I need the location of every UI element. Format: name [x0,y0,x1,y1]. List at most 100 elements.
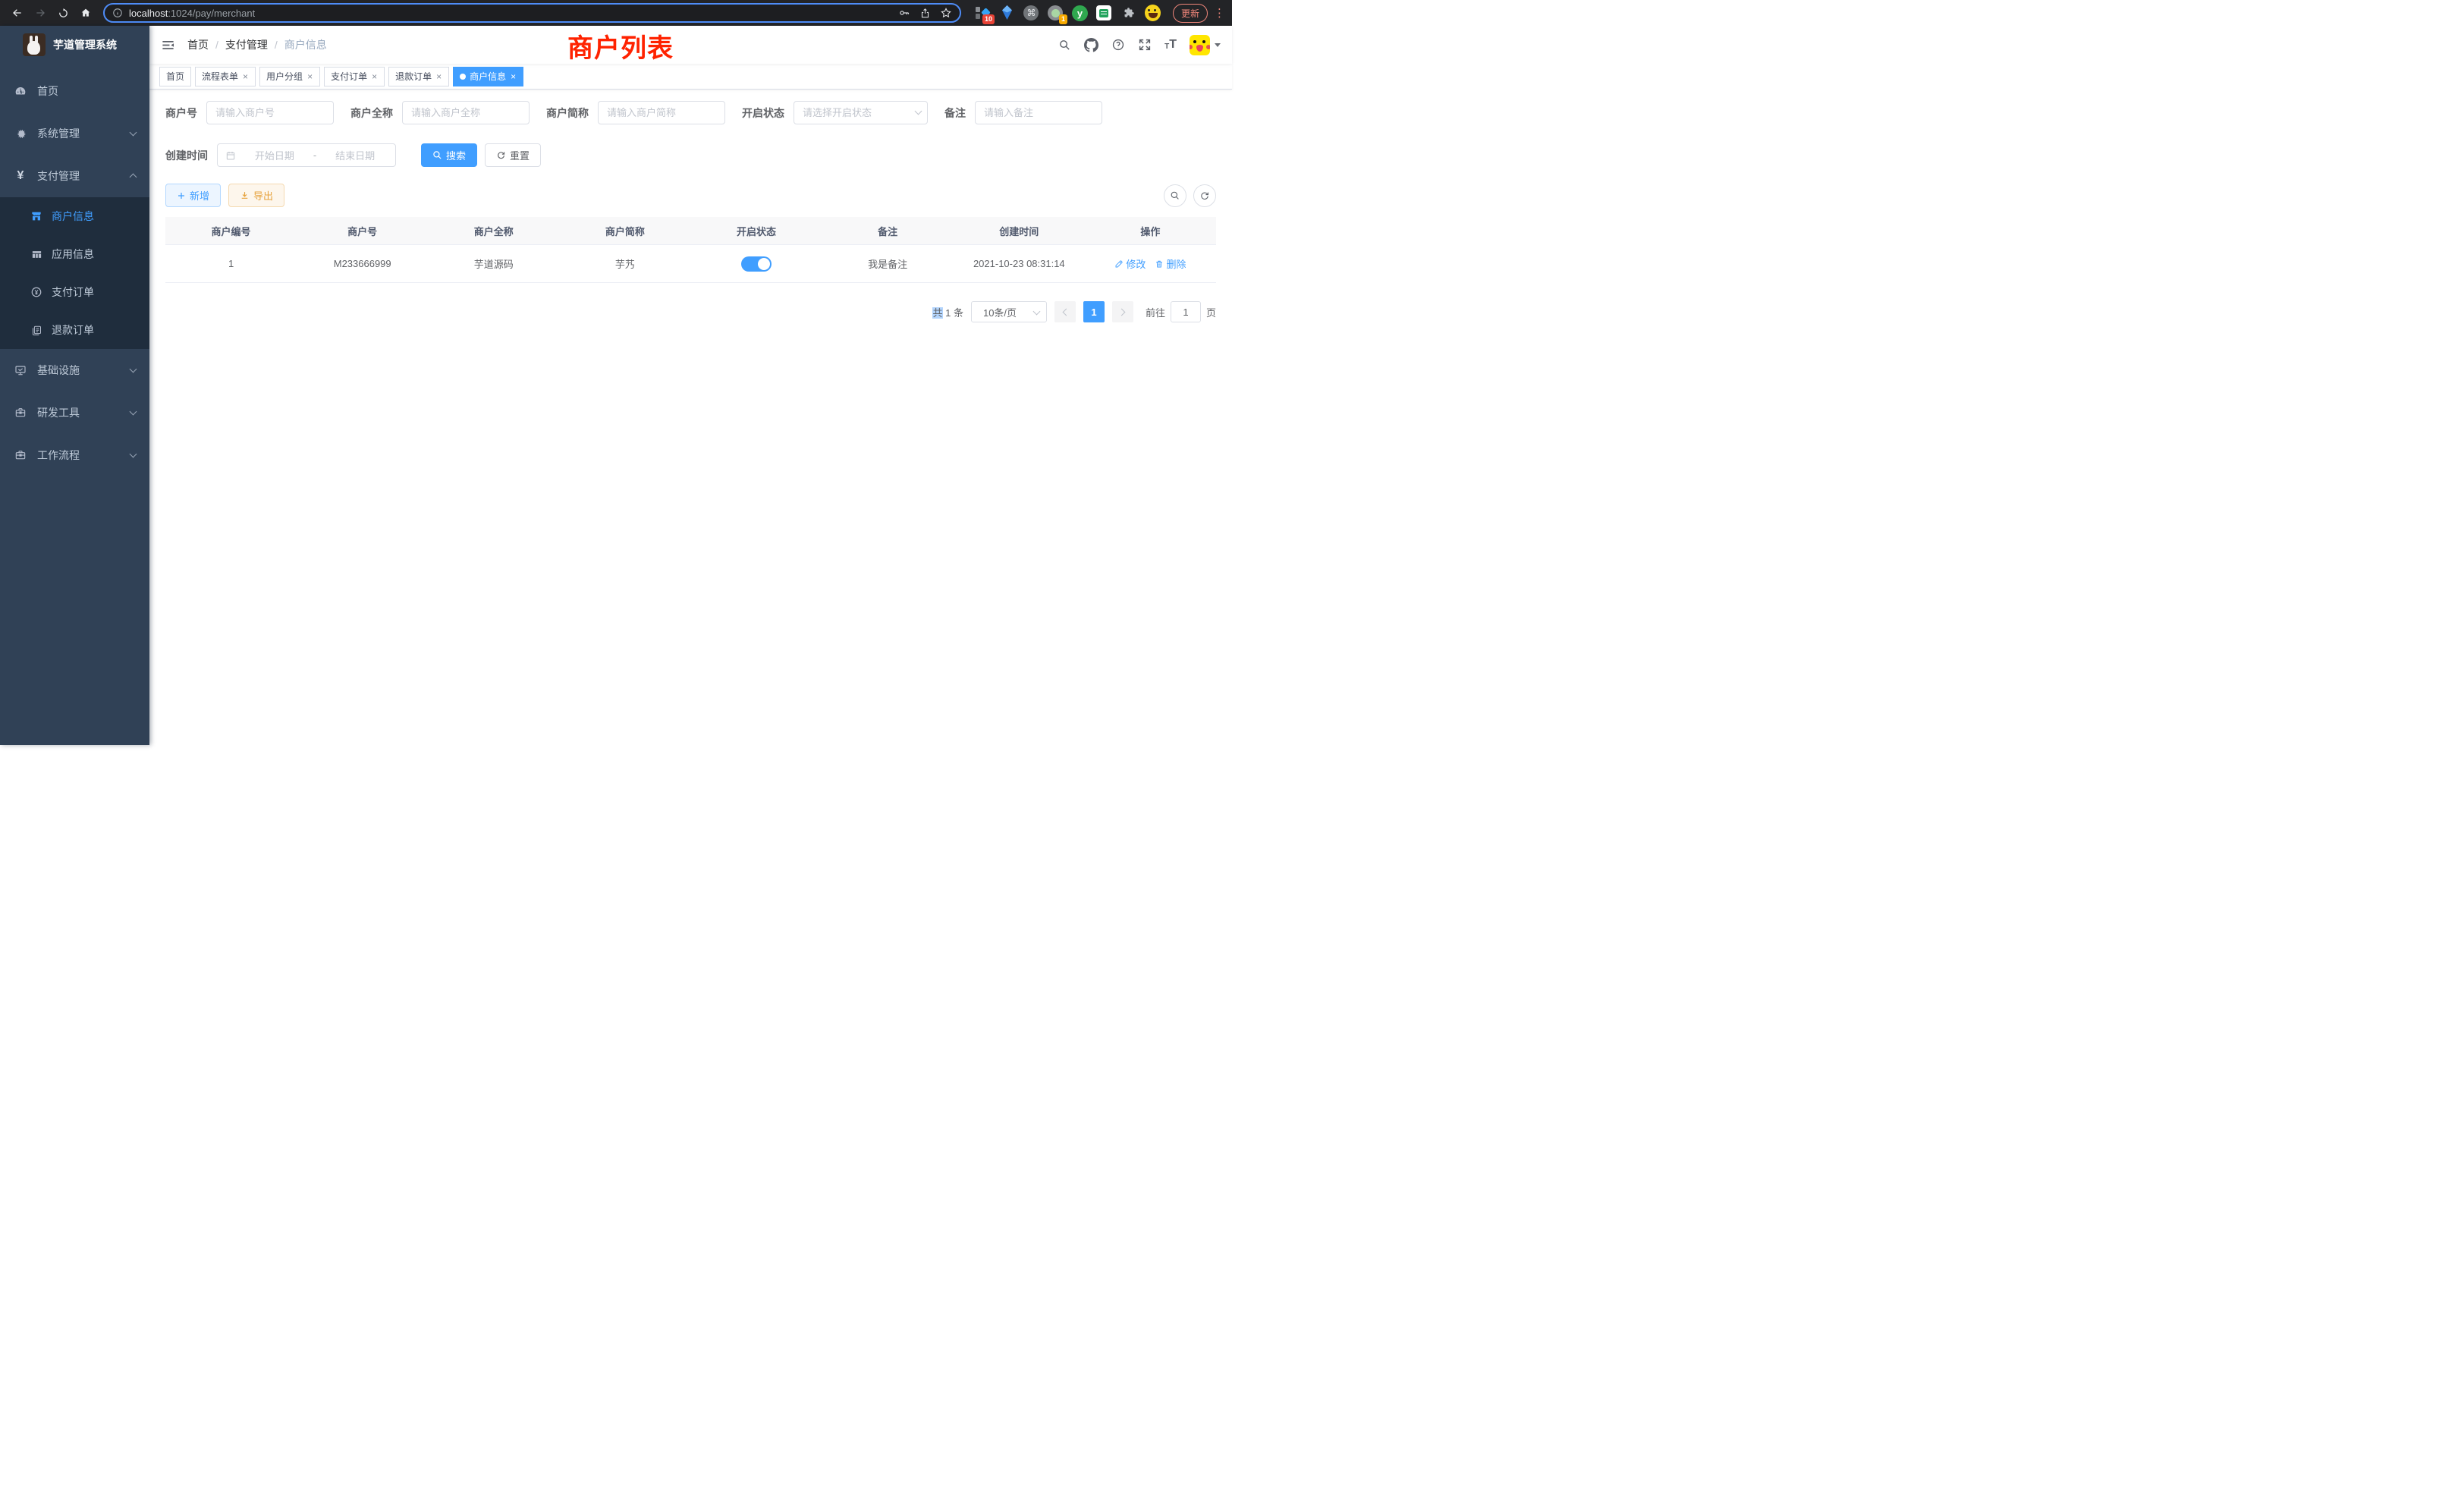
sidebar-item-workflow[interactable]: 工作流程 [0,434,149,476]
merchant-no-input[interactable] [206,101,334,124]
pagination: 共 1 条 10条/页 1 前往 页 [165,301,1216,322]
sidebar-item-label: 支付管理 [37,168,80,184]
github-icon[interactable] [1084,38,1098,52]
tab-user-group[interactable]: 用户分组 × [259,67,320,86]
breadcrumb-pay[interactable]: 支付管理 [225,37,268,52]
column-header: 商户全称 [428,217,559,244]
start-date-placeholder[interactable]: 开始日期 [242,148,307,162]
app-title: 芋道管理系统 [53,37,117,52]
tab-refund-order[interactable]: 退款订单 × [388,67,449,86]
browser-menu-icon[interactable]: ⋮ [1214,8,1224,19]
tab-merchant-info[interactable]: 商户信息 × [453,67,523,86]
edit-link[interactable]: 修改 [1114,256,1146,271]
header-search-icon[interactable] [1058,39,1071,52]
tab-label: 首页 [166,70,184,83]
sidebar-item-label: 商户信息 [52,209,94,224]
gray-extension-icon[interactable]: 1 [1048,5,1064,21]
short-name-input[interactable] [598,101,725,124]
column-header: 商户简称 [559,217,690,244]
browser-update-button[interactable]: 更新 [1173,4,1208,23]
column-header: 商户编号 [165,217,297,244]
share-icon[interactable] [919,8,931,19]
create-time-range-picker[interactable]: 开始日期 - 结束日期 [217,143,396,167]
date-separator: - [313,149,316,161]
refund-doc-icon [30,324,42,336]
sidebar-item-label: 工作流程 [37,448,80,463]
browser-home-button[interactable] [76,3,96,23]
url-text: localhost:1024/pay/merchant [129,8,255,19]
command-extension-icon[interactable]: ⌘ [1023,5,1039,21]
sidebar-item-home[interactable]: 首页 [0,70,149,112]
sidebar-item-refund-order[interactable]: 退款订单 [0,311,149,349]
chevron-up-icon [130,174,137,181]
chevron-down-icon [130,451,137,458]
delete-link[interactable]: 删除 [1155,256,1186,271]
font-size-icon[interactable]: TT [1164,39,1177,51]
help-icon[interactable] [1111,38,1125,52]
refresh-table-button[interactable] [1193,184,1216,207]
kite-extension-icon[interactable] [999,5,1015,21]
tab-pay-order[interactable]: 支付订单 × [324,67,385,86]
close-icon[interactable]: × [510,72,517,81]
goto-page-input[interactable] [1171,301,1201,322]
status-toggle[interactable] [741,256,772,272]
browser-reload-button[interactable] [53,3,73,23]
short-name-label: 商户简称 [546,105,589,121]
next-page-button[interactable] [1112,301,1133,322]
sidebar-item-label: 支付订单 [52,284,94,300]
reset-button[interactable]: 重置 [485,143,541,167]
password-key-icon[interactable] [898,7,910,19]
user-avatar-menu[interactable] [1190,35,1221,55]
browser-back-button[interactable] [8,3,27,23]
chat-extension-icon[interactable] [1096,5,1112,21]
status-select[interactable] [794,101,928,124]
sidebar-item-infra[interactable]: 基础设施 [0,349,149,391]
active-tab-dot [460,74,466,80]
breadcrumb-home[interactable]: 首页 [187,37,209,52]
close-icon[interactable]: × [242,72,249,81]
profile-avatar-icon[interactable] [1145,5,1161,21]
site-info-icon[interactable] [112,8,123,18]
browser-forward-button[interactable] [30,3,50,23]
url-bar[interactable]: localhost:1024/pay/merchant [103,3,961,23]
grid-icon [30,248,42,260]
sidebar-toggle-hamburger-icon[interactable] [149,26,187,64]
edit-link-label: 修改 [1126,256,1146,271]
close-icon[interactable]: × [371,72,378,81]
close-icon[interactable]: × [435,72,442,81]
page-number-1[interactable]: 1 [1083,301,1105,322]
tab-process-form[interactable]: 流程表单 × [195,67,256,86]
remark-input[interactable] [975,101,1102,124]
full-name-input[interactable] [402,101,530,124]
extension-badge: 1 [1059,14,1067,24]
fullscreen-icon[interactable] [1138,38,1152,52]
sketch-extension-icon[interactable]: 10 [975,5,991,21]
prev-page-button[interactable] [1054,301,1076,322]
bookmark-star-icon[interactable] [940,7,952,19]
search-button[interactable]: 搜索 [421,143,477,167]
sidebar-item-app-info[interactable]: 应用信息 [0,235,149,273]
sidebar-item-pay[interactable]: ¥ 支付管理 [0,155,149,197]
extensions-puzzle-icon[interactable] [1120,5,1136,21]
sidebar-item-label: 基础设施 [37,363,80,378]
status-select-input[interactable] [794,101,928,124]
breadcrumb-separator: / [215,39,218,51]
tab-home[interactable]: 首页 [159,67,191,86]
export-button[interactable]: 导出 [228,184,284,207]
close-icon[interactable]: × [306,72,313,81]
sidebar-item-system[interactable]: 系统管理 [0,112,149,155]
toggle-search-button[interactable] [1164,184,1186,207]
sidebar-item-merchant-info[interactable]: 商户信息 [0,197,149,235]
app-logo[interactable]: 芋道管理系统 [0,26,149,64]
end-date-placeholder[interactable]: 结束日期 [322,148,388,162]
y-extension-icon[interactable]: y [1072,5,1088,21]
sidebar-item-label: 首页 [37,83,58,99]
add-button[interactable]: 新增 [165,184,221,207]
top-navbar: 首页 / 支付管理 / 商户信息 TT [149,26,1232,64]
tab-label: 流程表单 [202,70,238,83]
pay-submenu: 商户信息 应用信息 支付订单 [0,197,149,349]
sidebar-item-dev-tools[interactable]: 研发工具 [0,391,149,434]
page-size-select[interactable]: 10条/页 [971,301,1047,322]
chevron-down-icon [130,366,137,373]
sidebar-item-pay-order[interactable]: 支付订单 [0,273,149,311]
